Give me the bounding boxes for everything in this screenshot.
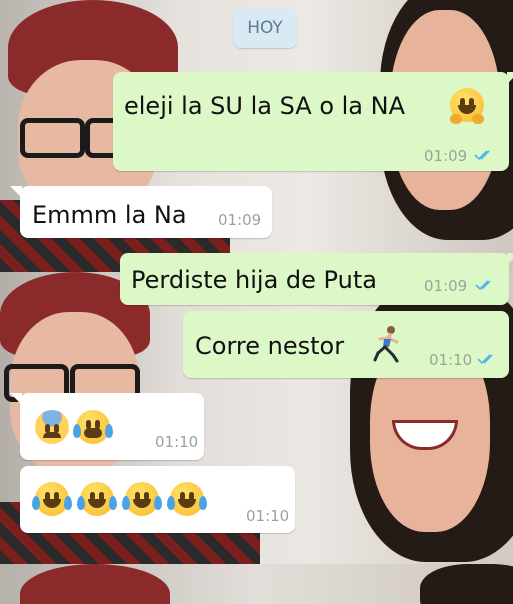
message-time: 01:09: [218, 211, 262, 229]
message-time: 01:10: [155, 433, 199, 451]
message-text: Emmm la Na: [32, 201, 187, 229]
day-divider-chip: HOY: [233, 8, 297, 48]
person-running-icon: [373, 326, 399, 363]
message-time: 01:10: [246, 507, 290, 525]
message-bubble-incoming[interactable]: 01:10: [20, 466, 295, 533]
message-bubble-incoming[interactable]: 01:10: [10, 393, 204, 460]
smiling-face-with-open-hands-icon: [450, 88, 484, 126]
face-with-tears-of-joy-icon: [32, 482, 72, 520]
message-bubble-outgoing[interactable]: Perdiste hija de Puta 01:09: [120, 253, 513, 305]
face-with-tears-of-joy-icon: [77, 482, 117, 520]
message-text: eleji la SU la SA o la NA: [124, 92, 406, 120]
message-bubble-outgoing[interactable]: Corre nestor 01:10: [183, 311, 509, 378]
message-text: Corre nestor: [195, 332, 345, 360]
loudly-crying-face-icon: [73, 410, 113, 448]
message-time: 01:09: [424, 147, 468, 165]
wallpaper-photo-bottom: [0, 564, 513, 604]
message-time: 01:10: [429, 351, 473, 369]
read-receipt-icon: [477, 354, 493, 365]
face-with-tears-of-joy-icon: [167, 482, 207, 520]
read-receipt-icon: [474, 150, 490, 161]
message-time: 01:09: [424, 277, 468, 295]
message-text: Perdiste hija de Puta: [131, 266, 377, 294]
message-bubble-incoming[interactable]: Emmm la Na 01:09: [10, 186, 272, 238]
face-with-tears-of-joy-icon: [122, 482, 162, 520]
message-bubble-outgoing[interactable]: eleji la SU la SA o la NA 01:09: [113, 72, 513, 171]
anxious-face-with-sweat-icon: [35, 410, 69, 448]
read-receipt-icon: [475, 280, 491, 291]
